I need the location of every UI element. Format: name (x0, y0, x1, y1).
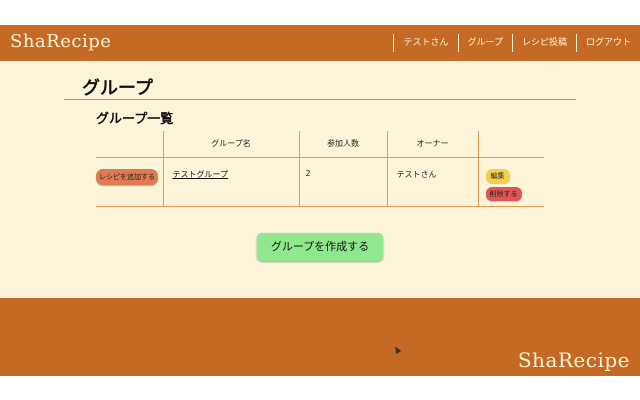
title-divider (64, 99, 576, 100)
main-content: グループ グループ一覧 グループ名 参加人数 オーナー レシピを追加する テスト… (0, 61, 640, 298)
top-margin (0, 0, 640, 25)
nav-item-post-recipe[interactable]: レシピ投稿 (511, 34, 576, 52)
brand-logo[interactable]: ShaRecipe (10, 31, 111, 52)
nav-item-logout[interactable]: ログアウト (575, 34, 640, 52)
page-title: グループ (82, 78, 153, 99)
nav-item-user[interactable]: テストさん (393, 34, 457, 52)
mouse-cursor-icon (392, 344, 402, 355)
header-controls (477, 131, 544, 158)
create-group-button[interactable]: グループを作成する (257, 233, 383, 261)
table-header-row: グループ名 参加人数 オーナー (96, 131, 544, 158)
edit-button[interactable]: 編集 (485, 168, 510, 183)
owner-name: テストさん (396, 169, 437, 179)
delete-button[interactable]: 削除する (485, 186, 522, 201)
header-action (96, 131, 163, 158)
cell-group-name: テストグループ (162, 157, 299, 207)
group-name-link[interactable]: テストグループ (173, 170, 229, 179)
cell-owner: テストさん (386, 157, 478, 207)
site-footer: ShaRecipe (0, 298, 640, 376)
cell-controls: 編集 削除する (477, 157, 544, 207)
header-members: 参加人数 (298, 131, 387, 158)
main-nav: テストさん グループ レシピ投稿 ログアウト (393, 34, 640, 52)
cell-add-recipe: レシピを追加する (96, 157, 163, 207)
member-count: 2 (305, 168, 311, 178)
cell-members: 2 (298, 157, 387, 207)
table-row: レシピを追加する テストグループ 2 テストさん 編集 削除する (96, 157, 544, 207)
section-title: グループ一覧 (96, 112, 174, 127)
nav-item-groups[interactable]: グループ (457, 34, 512, 52)
header-group-name: グループ名 (162, 131, 299, 158)
bottom-margin (0, 376, 640, 400)
add-recipe-button[interactable]: レシピを追加する (96, 168, 158, 185)
groups-table: グループ名 参加人数 オーナー レシピを追加する テストグループ 2 テストさん (96, 131, 544, 207)
site-header: ShaRecipe テストさん グループ レシピ投稿 ログアウト (0, 25, 640, 61)
header-owner: オーナー (386, 131, 478, 158)
footer-brand-logo: ShaRecipe (517, 348, 630, 372)
